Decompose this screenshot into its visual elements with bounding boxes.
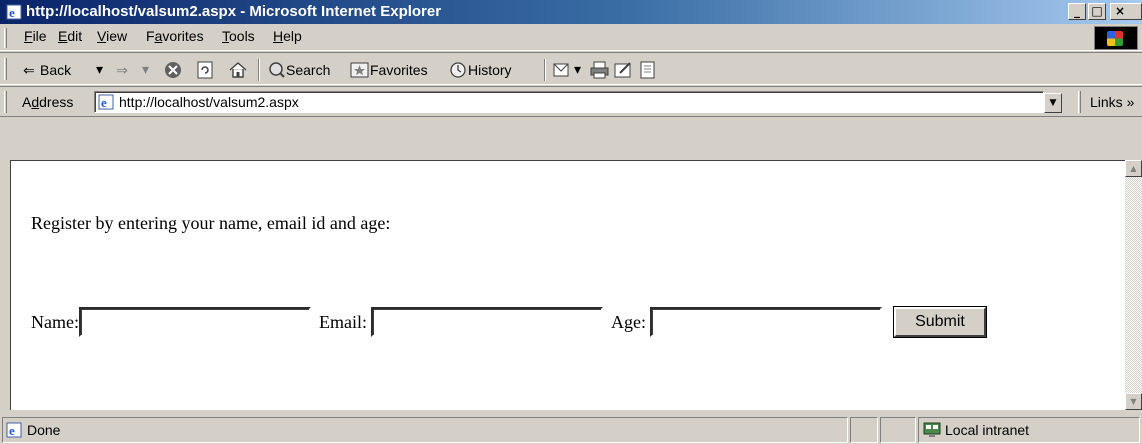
close-button[interactable]: × [1110,3,1142,20]
back-arrow-icon: ⇐ [23,62,35,78]
status-main-pane: e Done [2,417,848,443]
status-bar: e Done Local intranet [0,414,1142,444]
menu-bar: File Edit View Favorites Tools Help [0,24,1142,51]
mail-dropdown[interactable]: ▾ [574,61,581,78]
ie-page-icon: e [6,4,22,20]
refresh-icon [197,61,213,79]
forward-button[interactable]: ⇒ [113,61,133,79]
stop-icon [165,62,181,78]
age-field[interactable] [649,307,882,337]
email-label: Email: [318,311,367,332]
scroll-down-arrow-icon[interactable]: ▼ [1125,393,1142,410]
toolbar-separator [258,59,260,81]
title-bar[interactable]: e http://localhost/valsum2.aspx - Micros… [0,0,1142,24]
links-grip[interactable] [1078,91,1081,113]
refresh-button[interactable] [196,61,214,79]
forward-dropdown[interactable]: ▾ [142,61,149,78]
printer-icon [590,61,609,79]
history-button[interactable]: History [448,61,512,79]
mail-icon [553,63,569,77]
menu-file[interactable]: File [24,28,47,44]
address-dropdown-button[interactable]: ▼ [1044,93,1062,113]
address-label: Address [22,94,74,110]
window-title: http://localhost/valsum2.aspx - Microsof… [26,3,442,20]
menu-help[interactable]: Help [273,28,302,44]
links-button[interactable]: Links » [1090,94,1134,110]
history-clock-icon [450,62,466,78]
menu-view[interactable]: View [97,28,127,44]
search-button[interactable]: Search [268,61,330,79]
page-status-icon: e [6,422,22,438]
home-button[interactable] [228,61,248,79]
scroll-up-arrow-icon[interactable]: ▲ [1125,160,1142,177]
page-content: Register by entering your name, email id… [10,160,1125,410]
discuss-icon [640,61,655,79]
minimize-button[interactable]: _ [1068,3,1086,20]
print-button[interactable] [590,61,610,79]
favorites-star-icon [350,62,369,78]
maximize-button[interactable]: □ [1088,3,1106,20]
stop-button[interactable] [164,61,182,79]
back-dropdown[interactable]: ▾ [96,61,103,78]
status-pane-2 [850,417,878,443]
menu-favorites[interactable]: Favorites [146,28,204,44]
windows-logo [1094,26,1138,50]
submit-button[interactable]: Submit [893,307,986,337]
history-label: History [468,62,512,78]
back-label: Back [40,62,72,78]
addressbar-grip[interactable] [4,91,7,113]
registration-form: Name: Email: Age: Submit [31,307,986,337]
edit-icon [614,62,631,78]
links-chevron-icon: » [1126,94,1135,110]
favorites-button[interactable]: Favorites [350,61,428,79]
search-label: Search [286,62,331,78]
menubar-grip[interactable] [4,28,7,48]
forward-arrow-icon: ⇒ [116,62,128,78]
email-field[interactable] [370,307,603,337]
home-icon [229,62,247,78]
status-pane-3 [880,417,916,443]
address-input[interactable]: e http://localhost/valsum2.aspx [94,91,1044,113]
edit-button[interactable] [614,61,634,79]
address-bar: Address e http://localhost/valsum2.aspx … [0,86,1142,117]
windows-flag-icon [1107,31,1123,46]
toolbar-separator [544,59,546,81]
standard-toolbar: ⇐ Back ▾ ⇒ ▾ Search Favorites History ▾ [0,52,1142,85]
back-button[interactable]: ⇐ Back [20,61,71,79]
name-field[interactable] [78,307,311,337]
vertical-scrollbar[interactable]: ▲ ▼ [1125,160,1142,410]
favorites-label: Favorites [370,62,428,78]
zone-text: Local intranet [945,422,1030,438]
zone-pane: Local intranet [918,417,1140,443]
mail-button[interactable] [552,61,572,79]
search-icon [269,62,285,78]
intro-text: Register by entering your name, email id… [31,213,391,233]
local-intranet-icon [923,422,941,437]
age-label: Age: [610,311,646,332]
page-icon: e [98,94,114,110]
discuss-button[interactable] [638,61,658,79]
svg-text:e: e [9,5,15,20]
svg-text:e: e [101,95,107,110]
toolbar-grip[interactable] [4,58,7,80]
menu-tools[interactable]: Tools [222,28,255,44]
svg-text:e: e [9,423,15,438]
menu-edit[interactable]: Edit [58,28,82,44]
status-text: Done [27,422,61,438]
name-label: Name: [31,311,79,332]
address-url: http://localhost/valsum2.aspx [119,94,299,110]
